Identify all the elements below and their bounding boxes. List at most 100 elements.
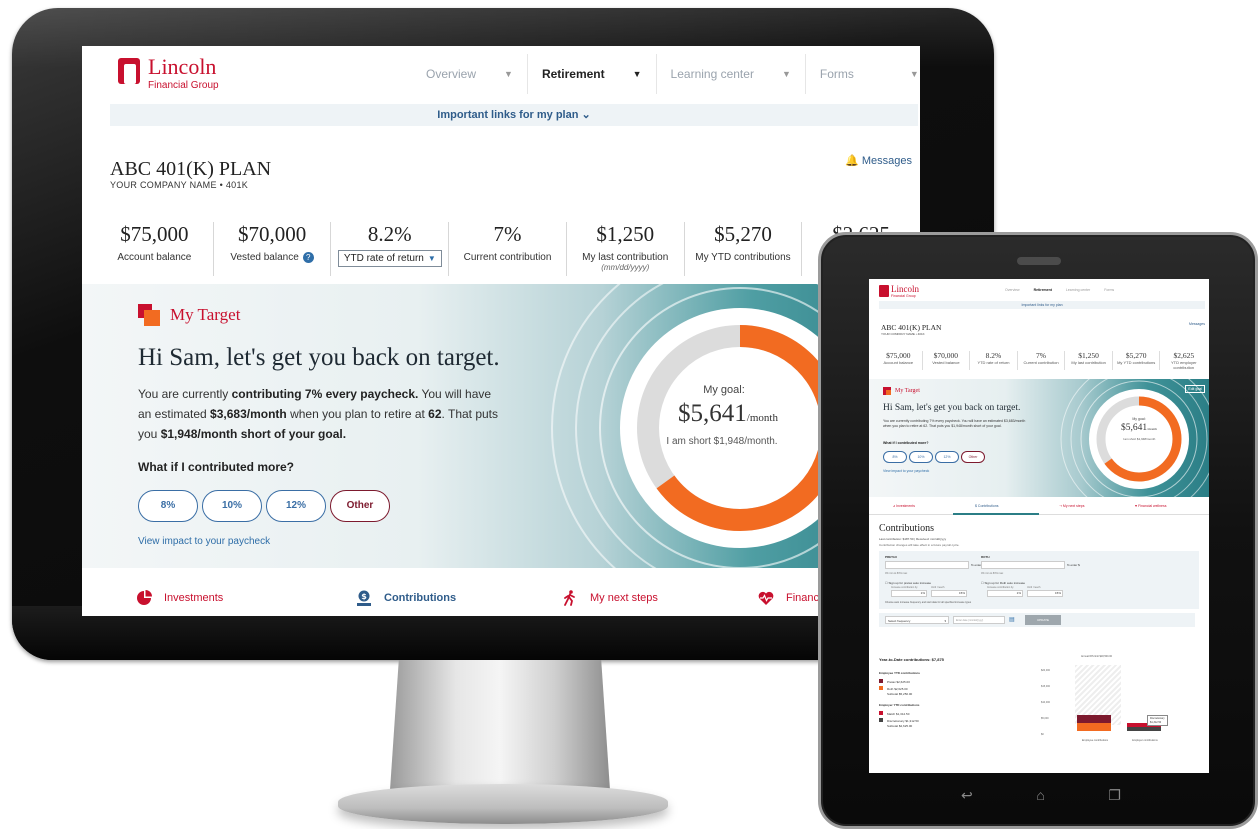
nav-learning-center[interactable]: Learning center ▼ — [657, 54, 806, 94]
goal-amount: $5,641 — [678, 400, 747, 427]
option-12-button[interactable]: 12% — [266, 490, 326, 522]
legend-name: Subtotal — [887, 692, 899, 696]
tablet-stat-label: Current contribution — [1023, 360, 1059, 365]
tablet-logo-sub: Financial Group — [891, 294, 916, 298]
legend-row: Subtotal $2,625.00 — [879, 724, 919, 730]
y-tick: $5,000 — [1041, 717, 1049, 720]
y-tick: $15,000 — [1041, 685, 1051, 688]
tablet-roth-until-input[interactable]: 15% — [1027, 590, 1063, 597]
option-8-button[interactable]: 8% — [138, 490, 198, 522]
recent-apps-icon[interactable]: ❐ — [1108, 787, 1121, 804]
tablet-option-8[interactable]: 8% — [883, 451, 907, 463]
tablet-tab-investments[interactable]: ◕ Investments — [893, 504, 915, 508]
tablet-roth-auto-checkbox[interactable]: ☐ Sign up for Roth auto increase — [981, 581, 1025, 585]
tablet-nav-retirement[interactable]: Retirement — [1034, 288, 1052, 292]
stat-value: $70,000 — [237, 222, 307, 246]
legend-value: $5,250.00 — [898, 692, 913, 696]
ytd-rate-dropdown[interactable]: YTD rate of return ▼ — [337, 250, 442, 267]
tablet-stat-label: Vested balance — [932, 360, 960, 365]
tablet-option-10[interactable]: 10% — [909, 451, 933, 463]
goal-label: My goal: — [703, 384, 745, 396]
my-target-heading: My Target — [138, 304, 240, 326]
stat-label: YTD rate of return — [343, 253, 424, 264]
tablet-pretax-until-input[interactable]: 15% — [931, 590, 967, 597]
lincoln-logo[interactable]: Lincoln Financial Group — [118, 56, 219, 91]
tablet-what-if: What if I contributed more? — [883, 441, 929, 445]
tablet-messages-link[interactable]: Messages — [1189, 322, 1205, 326]
tablet-pretax-increase-input[interactable]: 1% — [891, 590, 927, 597]
stat-vested-balance: $70,000 Vested balance? — [214, 222, 332, 276]
tablet-last-amount: Last contribution: $187.50 — [879, 537, 914, 541]
tablet-logo[interactable]: Lincoln Financial Group — [879, 285, 919, 298]
tablet-tab-contributions[interactable]: $ Contributions — [975, 504, 999, 508]
messages-link[interactable]: 🔔 Messages — [845, 154, 912, 167]
tablet-stat: $1,250 My last contribution — [1065, 351, 1113, 370]
chart-tooltip: Discretionary $1,312.50 — [1147, 715, 1168, 726]
legend-value: $2,625.00 — [898, 724, 913, 728]
tablet-view-impact[interactable]: View impact to your paycheck — [883, 469, 929, 473]
tablet-tab-label: My next steps — [1062, 504, 1085, 508]
tablet-nav-forms[interactable]: Forms — [1104, 288, 1114, 292]
tablet-pretax-input[interactable] — [885, 561, 969, 569]
tooltip-value: $1,312.50 — [1150, 720, 1162, 724]
logo-subtitle: Financial Group — [148, 80, 219, 91]
help-icon[interactable]: ? — [302, 252, 314, 263]
tablet-last-contribution: Last contribution: $187.50 | Received: m… — [879, 537, 947, 541]
nav-forms[interactable]: Forms ▼ — [806, 54, 919, 94]
home-icon[interactable]: ⌂ — [1036, 787, 1044, 804]
tab-next-steps[interactable]: My next steps — [562, 590, 658, 606]
stat-sub-label: (mm/dd/yyyy) — [601, 263, 650, 272]
tablet-links-bar[interactable]: Important links for my plan — [879, 301, 1205, 309]
tab-label: Contributions — [384, 592, 457, 604]
tablet-options: 8% 10% 12% Other — [883, 451, 985, 463]
lincoln-logo-icon — [879, 285, 889, 297]
tablet-edit-goal-button[interactable]: Edit goal — [1185, 385, 1205, 393]
back-icon[interactable]: ↩ — [961, 787, 973, 804]
nav-overview[interactable]: Overview ▼ — [412, 54, 528, 94]
chart-bar-pretax — [1077, 715, 1111, 723]
tab-label: Investments — [164, 592, 224, 604]
tablet-update-button[interactable]: UPDATE — [1025, 615, 1061, 625]
nav-retirement[interactable]: Retirement ▼ — [528, 54, 657, 94]
tablet-option-other[interactable]: Other — [961, 451, 985, 463]
tablet-received-date: Received: mm/dd/yyyy — [915, 537, 947, 541]
option-other-button[interactable]: Other — [330, 490, 390, 522]
tablet-tab-financial[interactable]: ♥ Financial wellness — [1135, 504, 1166, 508]
bar-label: Employee contributions — [1082, 739, 1108, 742]
tablet-roth-input[interactable] — [981, 561, 1065, 569]
tablet-tab-next-steps[interactable]: ⇢ My next steps — [1059, 504, 1085, 508]
tablet-roth-increase-input[interactable]: 1% — [987, 590, 1023, 597]
tab-financial-wellness[interactable]: Financi — [758, 590, 821, 606]
tablet-nav-learning[interactable]: Learning center — [1066, 288, 1090, 292]
tablet-frequency-placeholder: Select frequency — [888, 619, 911, 623]
tablet-stat-value: $1,250 — [1078, 351, 1099, 360]
option-10-button[interactable]: 10% — [202, 490, 262, 522]
tablet-stat: $2,625 YTD employer contribution — [1160, 351, 1207, 370]
monitor-stand-base — [338, 784, 668, 824]
stat-label-wrap: Vested balance? — [214, 252, 331, 263]
stat-label: Current contribution — [463, 252, 552, 263]
tablet-option-12[interactable]: 12% — [935, 451, 959, 463]
tablet-frequency-select[interactable]: Select frequency ▾ — [885, 616, 949, 624]
tablet-tab-label: Contributions — [977, 504, 999, 508]
tablet-stat-label[interactable]: YTD rate of return — [970, 360, 1017, 365]
legend-row: Subtotal $5,250.00 — [879, 692, 912, 698]
tablet-pretax-hint: 0% min to 80% max — [885, 572, 908, 575]
goal-short-text: I am short $1,948/month. — [666, 436, 778, 447]
tablet-pretax-auto-checkbox[interactable]: ☐ Sign up for pretax auto increase — [885, 581, 931, 585]
messages-label: Messages — [861, 155, 912, 167]
tab-investments[interactable]: Investments — [136, 590, 223, 606]
tablet-nav-overview[interactable]: Overview — [1005, 288, 1020, 292]
tablet-stat-value: $2,625 — [1173, 351, 1195, 360]
nav-overview-label: Overview — [426, 67, 477, 81]
chevron-down-icon: ▾ — [944, 619, 946, 623]
tablet-roth-until-label: Until I reach — [1027, 586, 1041, 589]
tablet-date-input[interactable]: Enter date (mm/dd/yyyy) — [953, 616, 1005, 624]
view-impact-link[interactable]: View impact to your paycheck — [138, 536, 270, 547]
goal-unit: /month — [746, 412, 778, 424]
tablet-stat: $70,000 Vested balance — [923, 351, 971, 370]
calendar-icon[interactable]: ▤ — [1009, 616, 1015, 624]
tab-contributions[interactable]: $ Contributions — [356, 590, 456, 606]
tablet-stat-value: 7% — [1036, 351, 1047, 360]
important-links-bar[interactable]: Important links for my plan ⌄ — [110, 104, 918, 126]
